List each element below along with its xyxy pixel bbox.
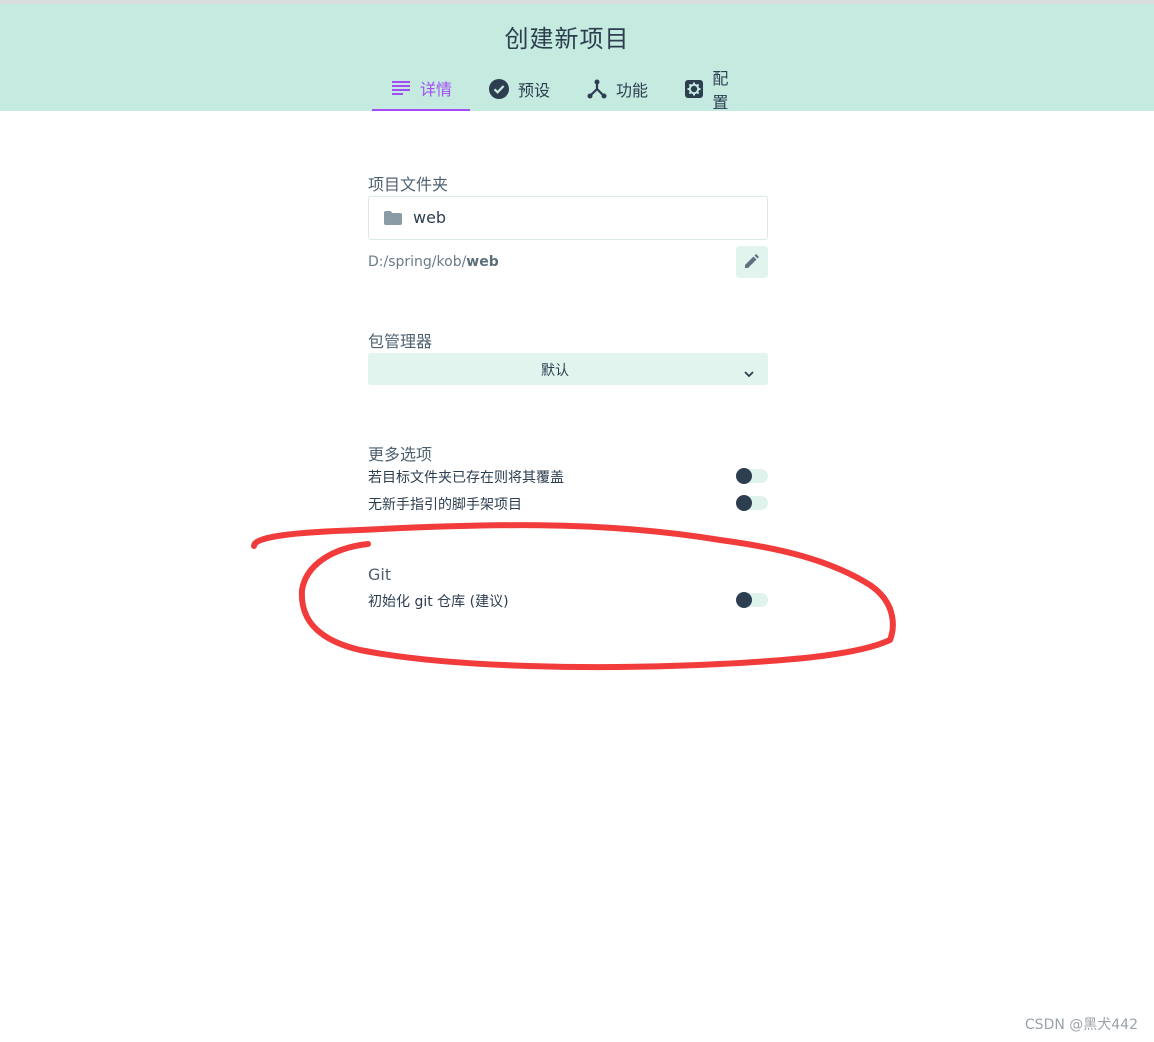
toggle-knob: [736, 592, 752, 608]
tab-features-label: 功能: [616, 80, 649, 100]
watermark: CSDN @黑犬442: [1024, 1017, 1138, 1033]
project-folder-field[interactable]: web: [368, 196, 768, 240]
package-manager-label: 包管理器: [368, 332, 433, 351]
folder-section-label: 项目文件夹: [368, 175, 449, 194]
option-bare-label: 无新手指引的脚手架项目: [368, 497, 522, 513]
header-bar: 创建新项目 详情 预设 功能 配置: [0, 4, 1154, 112]
option-git-init-toggle[interactable]: [736, 592, 768, 608]
pencil-icon: [745, 253, 759, 272]
red-annotation-circle: [251, 522, 896, 671]
package-manager-value: 默认: [541, 363, 569, 379]
chevron-down-icon: [744, 363, 754, 382]
toggle-knob: [736, 468, 752, 484]
tab-config-label: 配置: [712, 68, 729, 112]
page-title: 创建新项目: [504, 25, 630, 53]
tab-config[interactable]: 配置: [666, 66, 758, 112]
project-path-prefix: D:/spring/kob/: [368, 254, 467, 270]
option-bare-toggle[interactable]: [736, 495, 768, 511]
check-circle-icon: [488, 78, 510, 100]
package-manager-select[interactable]: 默认: [368, 353, 768, 385]
merge-icon: [586, 78, 608, 100]
list-icon: [390, 77, 412, 99]
git-section-label: Git: [368, 565, 392, 584]
tab-bar: 详情 预设 功能 配置: [372, 66, 758, 112]
folder-icon: [384, 210, 402, 229]
toggle-knob: [736, 495, 752, 511]
option-overwrite-toggle[interactable]: [736, 468, 768, 484]
gear-icon: [684, 78, 704, 100]
edit-path-button[interactable]: [736, 246, 768, 278]
option-overwrite-label: 若目标文件夹已存在则将其覆盖: [368, 470, 564, 486]
project-folder-value: web: [413, 208, 447, 227]
tab-details[interactable]: 详情: [372, 66, 470, 111]
tab-details-label: 详情: [420, 79, 453, 99]
tab-presets[interactable]: 预设: [470, 66, 568, 111]
tab-features[interactable]: 功能: [568, 66, 666, 111]
project-path-name: web: [466, 254, 499, 270]
option-git-init-label: 初始化 git 仓库 (建议): [368, 594, 509, 610]
project-path: D:/spring/kob/web: [368, 254, 499, 270]
more-options-label: 更多选项: [368, 445, 433, 464]
tab-presets-label: 预设: [518, 80, 551, 100]
